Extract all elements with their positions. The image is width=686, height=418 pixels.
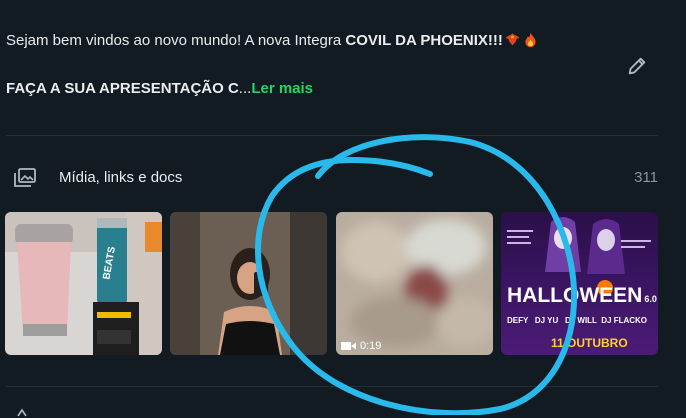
description-bold-text: FAÇA A SUA APRESENTAÇÃO C: [6, 80, 239, 97]
ellipsis: ...: [238, 80, 252, 97]
photo-stack-icon: [14, 168, 36, 187]
video-camera-icon: [341, 342, 356, 350]
flyer-djs: DEFY DJ YU DJ WILL DJ FLACKO: [507, 316, 648, 325]
media-thumbnail-4[interactable]: HALLOWEEN 6.0 DEFY DJ YU DJ WILL DJ FLAC…: [501, 212, 658, 355]
flyer-date: 11.OUTUBRO: [551, 336, 628, 350]
divider-top: [6, 135, 658, 136]
media-count: 311: [634, 169, 658, 186]
pencil-icon[interactable]: [626, 55, 648, 77]
blurred-video-preview: [336, 212, 493, 355]
group-description-line1: Sejam bem vindos ao novo mundo! A nova I…: [6, 31, 539, 51]
partial-icon: [17, 408, 27, 417]
phoenix-emoji-icon: [505, 33, 520, 46]
description-group-name: COVIL DA PHOENIX!!!: [345, 32, 503, 49]
group-description-line2: FAÇA A SUA APRESENTAÇÃO C...Ler mais: [6, 79, 313, 99]
media-section-label: Mídia, links e docs: [59, 169, 183, 186]
mirror-selfie-image: [170, 212, 327, 355]
video-duration: 0:19: [360, 340, 382, 352]
video-duration-badge: 0:19: [341, 340, 381, 352]
media-thumbnail-3-video[interactable]: 0:19: [336, 212, 493, 355]
description-text: Sejam bem vindos ao novo mundo! A nova I…: [6, 32, 346, 49]
media-links-docs-row[interactable]: Mídia, links e docs 311: [0, 160, 686, 196]
media-thumbnail-1[interactable]: BEATS: [5, 212, 162, 355]
tumbler-drink-image: BEATS: [5, 212, 162, 355]
fire-emoji-icon: [525, 32, 536, 48]
read-more-link[interactable]: Ler mais: [251, 80, 313, 97]
media-thumbnail-2[interactable]: [170, 212, 327, 355]
divider-bottom: [6, 386, 658, 387]
flyer-title: HALLOWEEN 6.0: [507, 284, 657, 307]
